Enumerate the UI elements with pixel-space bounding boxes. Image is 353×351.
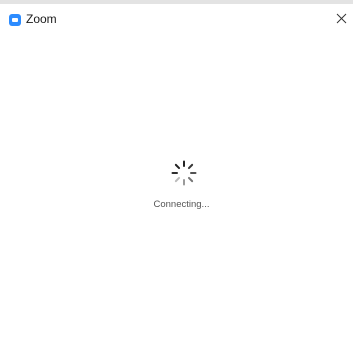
window-title: Zoom (26, 12, 57, 26)
connecting-panel: Connecting... (0, 34, 353, 351)
zoom-camera-icon (9, 14, 21, 26)
close-button[interactable] (331, 8, 353, 30)
status-text: Connecting... (153, 199, 210, 210)
loading-spinner-icon (171, 160, 197, 186)
close-icon (336, 13, 347, 24)
title-bar: Zoom (0, 4, 353, 34)
zoom-window: Zoom Connecting... (0, 0, 353, 351)
